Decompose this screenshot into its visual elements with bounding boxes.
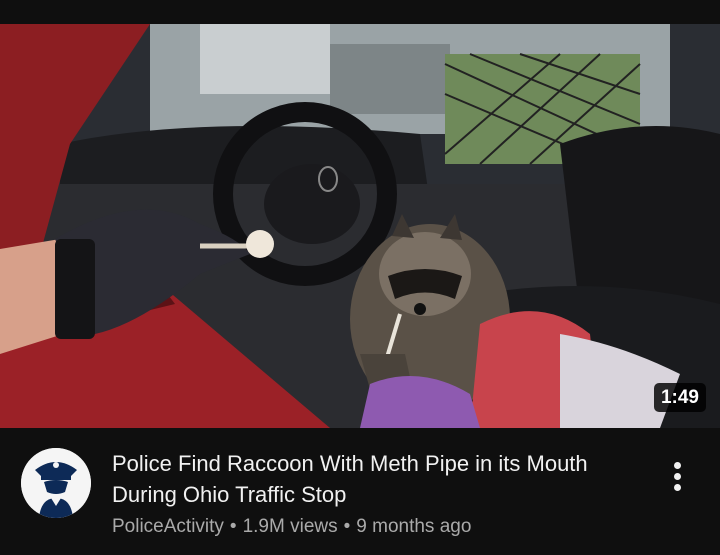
video-metadata: Police Find Raccoon With Meth Pipe in it… — [0, 428, 720, 555]
video-title[interactable]: Police Find Raccoon With Meth Pipe in it… — [112, 448, 612, 510]
separator: • — [343, 516, 351, 537]
upload-age: 9 months ago — [356, 516, 472, 537]
video-duration-badge: 1:49 — [653, 383, 706, 412]
video-subtitle: PoliceActivity • 1.9M views • 9 months ago — [112, 514, 632, 540]
video-thumbnail[interactable]: 1:49 — [0, 24, 720, 428]
police-officer-avatar-icon — [21, 448, 91, 518]
top-bar — [0, 0, 720, 24]
thumbnail-image — [0, 24, 720, 428]
channel-name[interactable]: PoliceActivity — [112, 516, 224, 537]
view-count: 1.9M views — [242, 516, 338, 537]
channel-avatar[interactable] — [21, 448, 91, 518]
more-vertical-icon[interactable] — [664, 458, 692, 494]
separator: • — [229, 516, 237, 537]
